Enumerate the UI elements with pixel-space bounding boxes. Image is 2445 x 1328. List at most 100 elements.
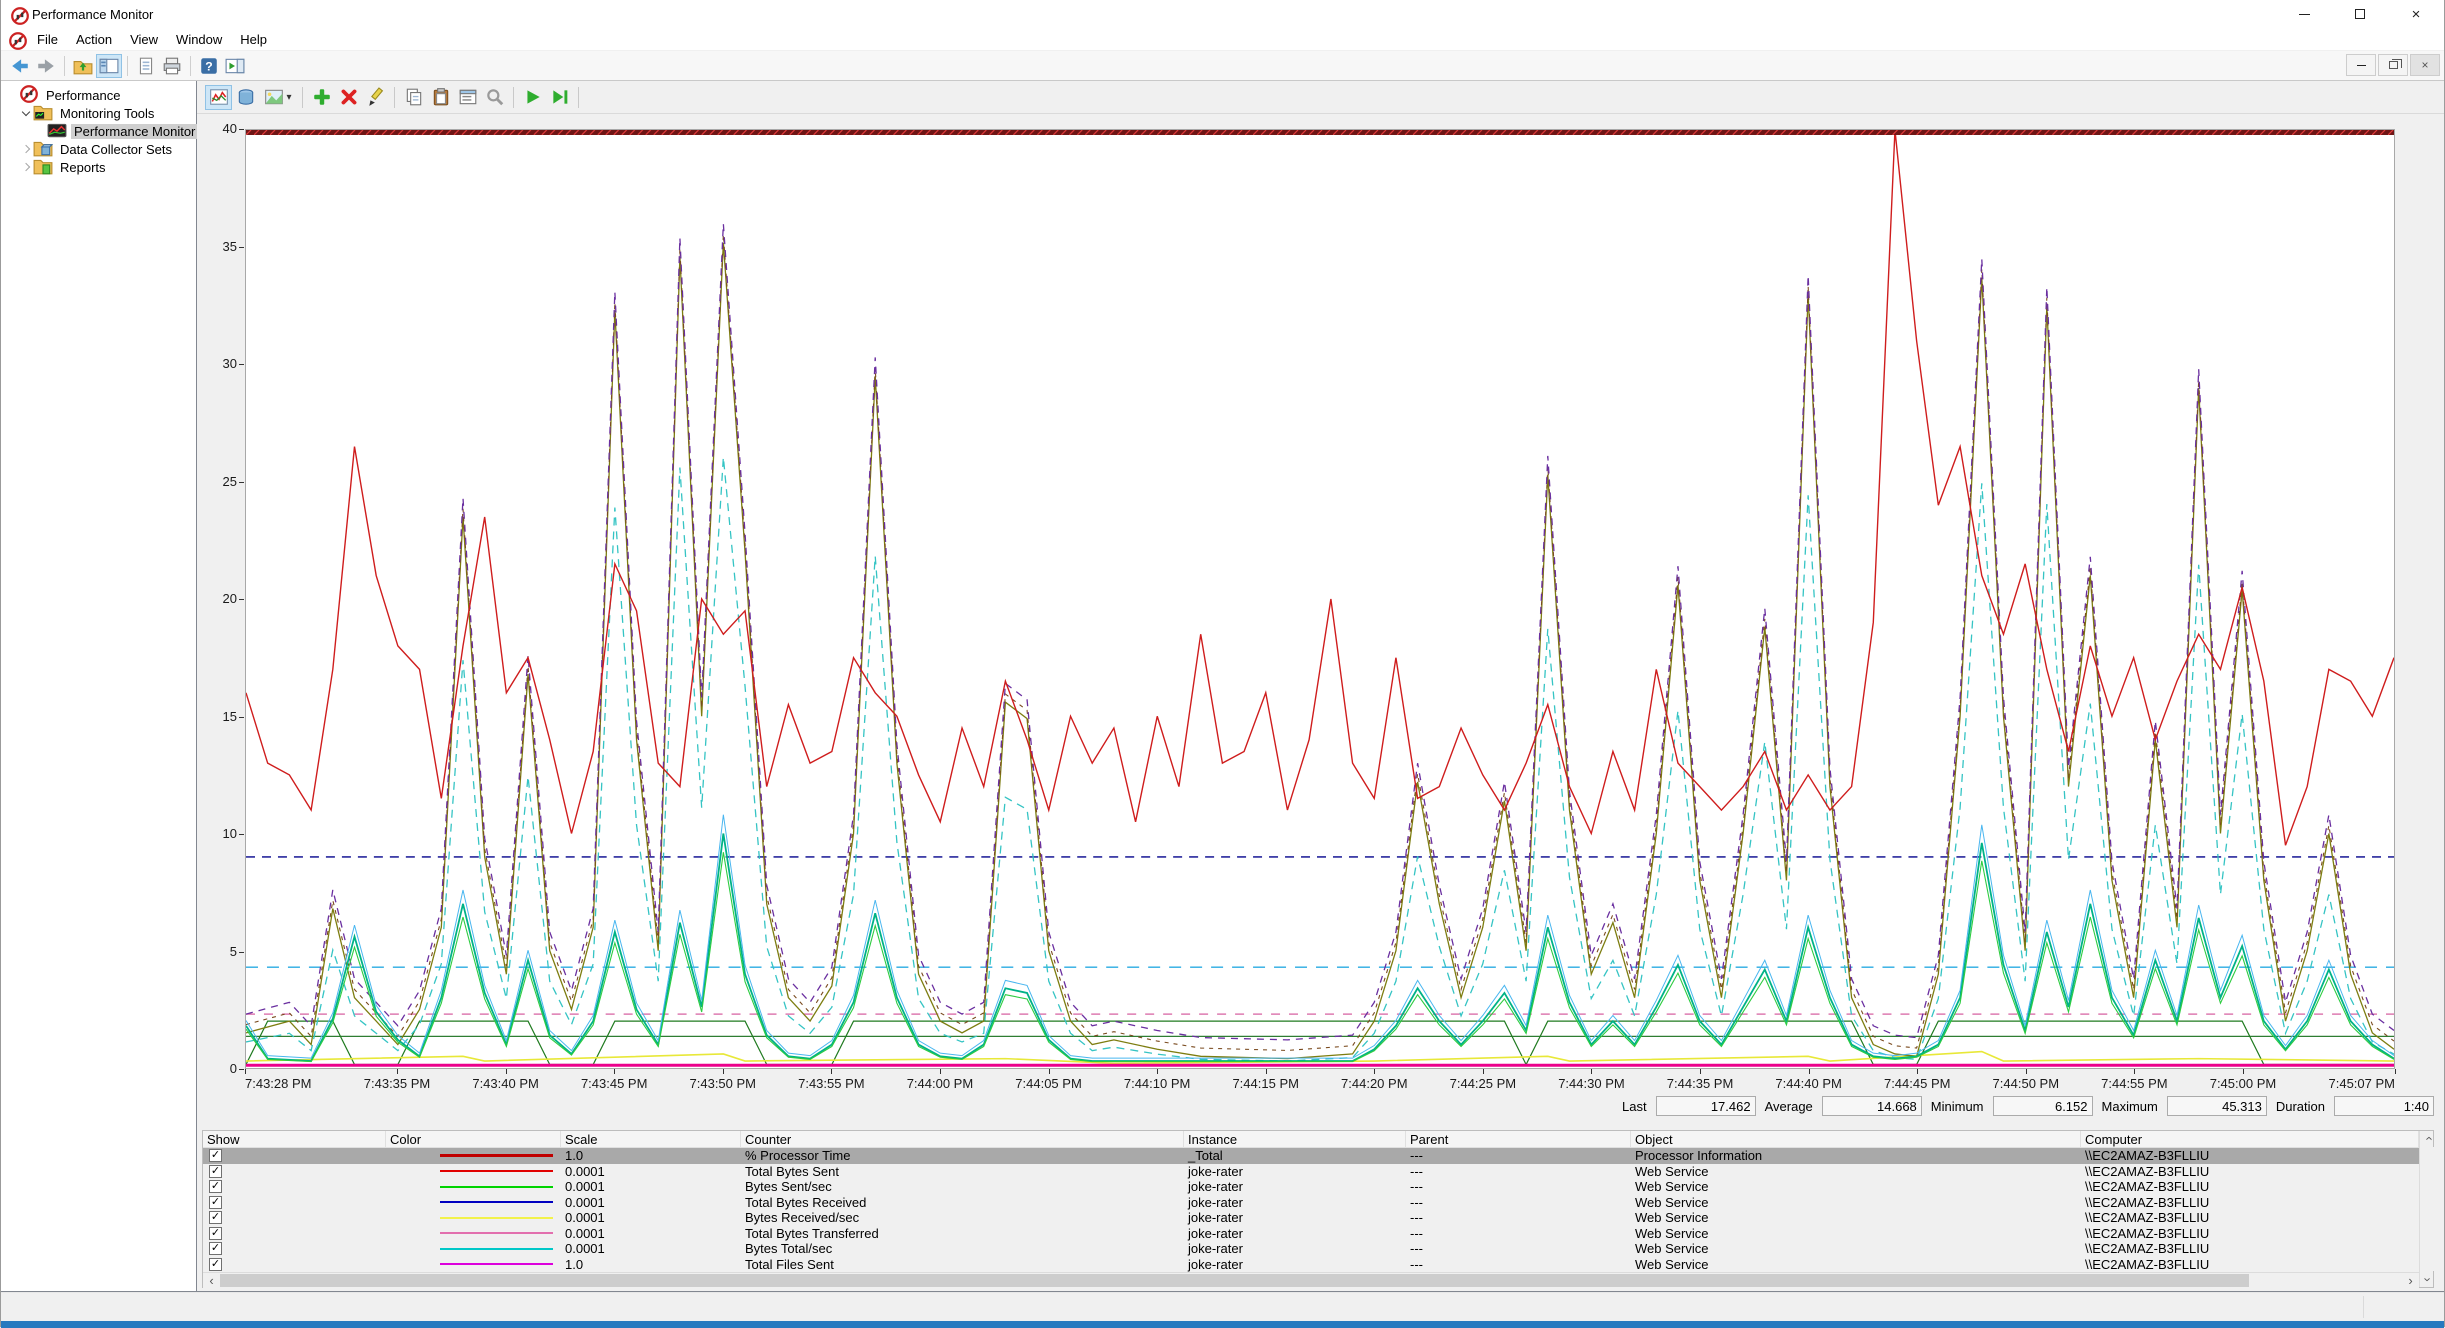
freeze-display-icon[interactable] <box>519 85 546 110</box>
x-axis-label: 7:44:45 PM <box>1883 1076 1951 1091</box>
export-list-icon[interactable] <box>133 54 159 78</box>
instance-cell: joke-rater <box>1188 1225 1243 1241</box>
scroll-down-icon[interactable]: › <box>2420 1272 2437 1287</box>
show-checkbox[interactable]: ✓ <box>209 1242 222 1256</box>
menu-item-file[interactable]: File <box>28 29 67 50</box>
parent-cell: --- <box>1410 1241 1423 1257</box>
tree-item-performance[interactable]: Performance <box>1 84 196 104</box>
show-cell: ✓ <box>203 1164 386 1178</box>
object-cell: Web Service <box>1635 1194 1709 1210</box>
column-header-instance[interactable]: Instance <box>1184 1131 1406 1147</box>
highlight-icon[interactable] <box>362 85 389 110</box>
view-current-activity-icon[interactable] <box>205 84 232 110</box>
x-axis-label: 7:43:45 PM <box>580 1076 648 1091</box>
help-icon[interactable]: ? <box>196 54 222 78</box>
up-folder-icon[interactable] <box>70 54 96 78</box>
column-header-counter[interactable]: Counter <box>741 1131 1184 1147</box>
tree-item-data-collector-sets[interactable]: Data Collector Sets <box>1 140 196 158</box>
menu-item-view[interactable]: View <box>121 29 167 50</box>
counter-row[interactable]: ✓ 0.0001 Total Bytes Sent joke-rater --- Web … <box>203 1164 2419 1180</box>
close-button[interactable]: × <box>2388 0 2444 28</box>
y-axis-tick <box>239 1069 244 1070</box>
back-icon[interactable] <box>7 54 33 78</box>
counter-row[interactable]: ✓ 1.0 % Processor Time _Total --- Processor I… <box>203 1148 2419 1164</box>
instance-cell: joke-rater <box>1188 1210 1243 1226</box>
x-axis-label: 7:43:55 PM <box>798 1076 865 1091</box>
chevron-down-icon[interactable] <box>19 106 33 120</box>
scroll-left-icon[interactable]: ‹ <box>203 1273 220 1288</box>
maximize-button[interactable] <box>2332 0 2388 28</box>
x-axis-label: 7:43:35 PM <box>363 1076 431 1091</box>
horizontal-scroll-thumb[interactable] <box>220 1274 2250 1287</box>
counter-row[interactable]: ✓ 0.0001 Bytes Received/sec joke-rater --- We… <box>203 1210 2419 1226</box>
y-axis-label: 20 <box>222 591 237 606</box>
counter-row[interactable]: ✓ 0.0001 Bytes Total/sec joke-rater --- Web S… <box>203 1241 2419 1257</box>
vertical-scrollbar[interactable]: › › <box>2419 1131 2437 1287</box>
show-cell: ✓ <box>203 1226 386 1240</box>
child-restore-button[interactable] <box>2378 54 2408 76</box>
copy-properties-icon[interactable] <box>400 85 427 110</box>
action-pane-icon[interactable] <box>222 54 248 78</box>
show-checkbox[interactable]: ✓ <box>209 1180 222 1194</box>
column-header-object[interactable]: Object <box>1631 1131 2081 1147</box>
minimum-label: Minimum <box>1930 1098 1984 1114</box>
counter-row[interactable]: ✓ 0.0001 Bytes Sent/sec joke-rater --- Web Se… <box>203 1179 2419 1195</box>
show-checkbox[interactable]: ✓ <box>209 1257 222 1271</box>
counter-cell: Bytes Sent/sec <box>745 1179 832 1195</box>
column-header-parent[interactable]: Parent <box>1406 1131 1631 1147</box>
instance-cell: joke-rater <box>1188 1241 1243 1257</box>
counter-row[interactable]: ✓ 0.0001 Total Bytes Transferred joke-rater… <box>203 1226 2419 1242</box>
counter-row[interactable]: ✓ 0.0001 Total Bytes Received joke-rater ---… <box>203 1195 2419 1211</box>
counter-cell: Total Bytes Sent <box>745 1163 839 1179</box>
dropdown-arrow-icon[interactable]: ▾ <box>286 92 291 103</box>
child-minimize-button[interactable] <box>2346 54 2376 76</box>
forward-icon[interactable] <box>33 54 59 78</box>
counter-row[interactable]: ✓ 1.0 Total Files Sent joke-rater --- Web Ser… <box>203 1257 2419 1273</box>
x-axis-tick <box>2242 1069 2244 1074</box>
tree-item-reports[interactable]: Reports <box>1 158 196 176</box>
show-checkbox[interactable]: ✓ <box>209 1226 222 1240</box>
column-header-computer[interactable]: Computer <box>2081 1131 2419 1147</box>
x-axis-label: 7:44:50 PM <box>1992 1076 2060 1091</box>
change-graph-type-icon[interactable]: ▾ <box>259 85 297 110</box>
object-cell: Web Service <box>1635 1179 1709 1195</box>
show-console-tree-icon[interactable] <box>96 53 122 78</box>
scroll-right-icon[interactable]: › <box>2402 1273 2419 1288</box>
scroll-up-icon[interactable]: › <box>2420 1131 2437 1146</box>
x-axis-tick <box>1265 1069 1267 1074</box>
view-log-data-icon[interactable] <box>232 85 259 110</box>
show-cell: ✓ <box>203 1149 386 1163</box>
show-checkbox[interactable]: ✓ <box>209 1211 222 1225</box>
menu-item-window[interactable]: Window <box>167 29 231 50</box>
column-header-scale[interactable]: Scale <box>561 1131 741 1147</box>
add-counter-icon[interactable] <box>308 85 335 110</box>
tree-item-monitoring-tools[interactable]: Monitoring Tools <box>1 104 196 122</box>
x-axis-tick <box>397 1069 399 1074</box>
menu-item-help[interactable]: Help <box>231 29 276 50</box>
horizontal-scrollbar[interactable]: ‹ › <box>203 1272 2419 1288</box>
paste-counter-list-icon[interactable] <box>427 85 454 110</box>
status-strip <box>1 1292 2444 1321</box>
y-axis-label: 25 <box>222 473 237 489</box>
minimize-button[interactable] <box>2276 0 2332 28</box>
chevron-right-icon[interactable] <box>19 160 33 174</box>
delete-counter-icon[interactable] <box>335 85 362 110</box>
print-icon[interactable] <box>159 54 185 78</box>
show-checkbox[interactable]: ✓ <box>209 1149 222 1163</box>
update-data-icon[interactable] <box>546 85 573 110</box>
column-header-show[interactable]: Show <box>203 1131 386 1147</box>
scale-cell: 1.0 <box>565 1148 584 1164</box>
menu-item-action[interactable]: Action <box>67 29 121 50</box>
show-checkbox[interactable]: ✓ <box>209 1164 222 1178</box>
color-swatch <box>440 1154 553 1158</box>
x-axis-tick <box>1157 1069 1159 1074</box>
tree-item-performance-monitor[interactable]: Performance Monitor <box>1 122 199 140</box>
zoom-icon[interactable] <box>481 85 508 110</box>
show-checkbox[interactable]: ✓ <box>209 1195 222 1209</box>
child-close-button[interactable]: × <box>2410 54 2440 76</box>
properties-icon[interactable] <box>454 85 481 110</box>
x-axis-tick <box>1808 1069 1810 1074</box>
parent-cell: --- <box>1410 1163 1423 1179</box>
column-header-color[interactable]: Color <box>386 1131 561 1147</box>
chevron-right-icon[interactable] <box>19 142 33 156</box>
